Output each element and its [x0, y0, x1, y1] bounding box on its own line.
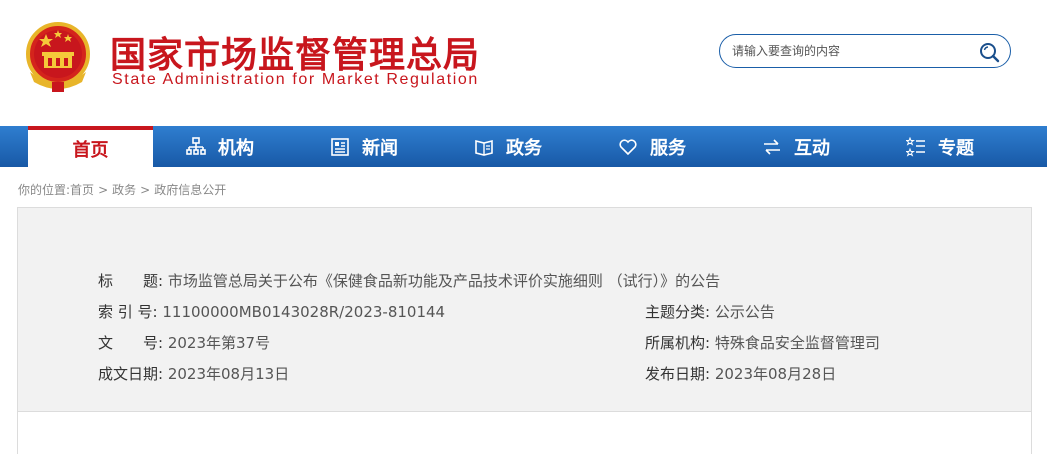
document-info-panel: 标 题: 市场监管总局关于公布《保健食品新功能及产品技术评价实施细则 （试行）》… — [18, 208, 1031, 412]
breadcrumb-separator: > — [140, 183, 151, 197]
doc-category-row: 主题分类: 公示公告 — [645, 301, 775, 322]
breadcrumb-item-gov-info[interactable]: 政府信息公开 — [154, 183, 226, 197]
heart-icon — [619, 138, 637, 155]
search-icon[interactable] — [978, 41, 1000, 63]
doc-index-value: 11100000MB0143028R/2023-810144 — [162, 303, 446, 321]
search-box — [719, 34, 1011, 68]
doc-created-row: 成文日期: 2023年08月13日 — [98, 363, 289, 384]
doc-title-row: 标 题: 市场监管总局关于公布《保健食品新功能及产品技术评价实施细则 （试行）》… — [98, 270, 720, 291]
doc-category-value: 公示公告 — [714, 303, 775, 321]
nav-item-news[interactable]: 新闻 — [314, 126, 414, 167]
star-list-icon — [906, 136, 925, 157]
doc-title-value: 市场监管总局关于公布《保健食品新功能及产品技术评价实施细则 （试行）》的公告 — [167, 272, 721, 290]
doc-number-value: 2023年第37号 — [167, 334, 271, 352]
nav-item-affairs[interactable]: 政务 — [458, 126, 558, 167]
nav-item-label: 机构 — [218, 137, 254, 159]
nav-item-org[interactable]: 机构 — [170, 126, 270, 167]
nav-item-label: 政务 — [506, 137, 542, 159]
nav-item-label: 首页 — [72, 139, 109, 161]
nav-item-label: 新闻 — [362, 137, 398, 159]
doc-org-label: 所属机构: — [645, 334, 711, 352]
breadcrumb: 你的位置:首页 > 政务 > 政府信息公开 — [18, 181, 226, 198]
breadcrumb-separator: > — [98, 183, 109, 197]
nav-item-interact[interactable]: 互动 — [746, 126, 846, 167]
doc-created-label: 成文日期: — [98, 365, 164, 383]
org-chart-icon — [186, 136, 206, 155]
open-book-icon — [475, 139, 493, 156]
doc-title-label: 标 题: — [98, 272, 164, 290]
content-frame: 标 题: 市场监管总局关于公布《保健食品新功能及产品技术评价实施细则 （试行）》… — [17, 207, 1032, 454]
nav-item-topics[interactable]: 专题 — [890, 126, 990, 167]
doc-index-label: 索 引 号: — [98, 303, 158, 321]
nav-item-label: 互动 — [794, 137, 830, 159]
doc-org-row: 所属机构: 特殊食品安全监督管理司 — [645, 332, 880, 353]
breadcrumb-item-affairs[interactable]: 政务 — [112, 183, 136, 197]
nav-item-label: 专题 — [938, 137, 974, 159]
nav-item-home[interactable]: 首页 — [28, 126, 153, 167]
doc-category-label: 主题分类: — [645, 303, 711, 321]
nav-item-service[interactable]: 服务 — [602, 126, 702, 167]
doc-number-label: 文 号: — [98, 334, 164, 352]
doc-org-value: 特殊食品安全监督管理司 — [714, 334, 880, 352]
doc-published-label: 发布日期: — [645, 365, 711, 383]
main-nav: 首页 机构 新闻 政务 服务 互动 专题 — [0, 126, 1047, 167]
swap-arrows-icon — [764, 138, 780, 155]
doc-number-row: 文 号: 2023年第37号 — [98, 332, 270, 353]
newspaper-icon — [331, 137, 349, 156]
national-emblem-icon[interactable] — [22, 20, 94, 94]
breadcrumb-item-home[interactable]: 首页 — [70, 183, 94, 197]
breadcrumb-prefix: 你的位置: — [18, 183, 71, 197]
site-title-en: State Administration for Market Regulati… — [112, 71, 479, 88]
doc-created-value: 2023年08月13日 — [167, 365, 290, 383]
doc-published-row: 发布日期: 2023年08月28日 — [645, 363, 836, 384]
site-header: 国家市场监督管理总局 State Administration for Mark… — [0, 0, 1047, 126]
nav-item-label: 服务 — [650, 137, 686, 159]
doc-published-value: 2023年08月28日 — [714, 365, 837, 383]
search-input[interactable] — [732, 41, 972, 61]
doc-index-row: 索 引 号: 11100000MB0143028R/2023-810144 — [98, 301, 445, 322]
